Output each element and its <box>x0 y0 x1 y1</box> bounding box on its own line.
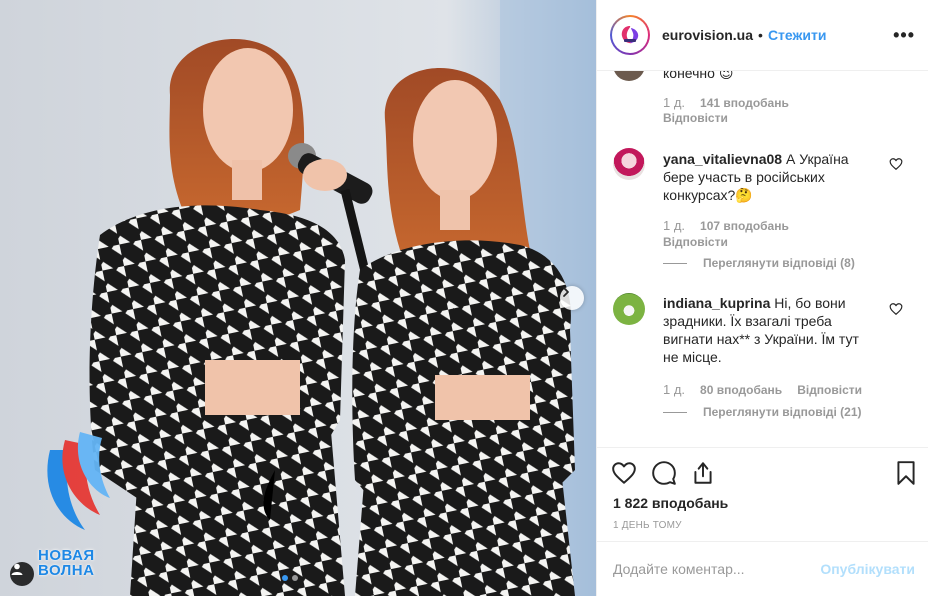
post-photo[interactable]: НОВАЯ ВОЛНА <box>0 0 596 596</box>
bookmark-icon[interactable] <box>893 460 919 486</box>
carousel-next-button[interactable] <box>560 286 584 310</box>
header-separator: • <box>758 27 763 43</box>
commenter-avatar[interactable] <box>613 148 645 180</box>
comment-icon[interactable] <box>651 460 677 486</box>
more-options-icon[interactable]: ••• <box>893 25 915 46</box>
channel-watermark: НОВАЯ ВОЛНА <box>38 547 95 579</box>
carousel-indicator <box>282 575 298 581</box>
comment-likes[interactable]: 141 вподобань <box>700 96 789 110</box>
commenter-avatar[interactable] <box>613 71 645 81</box>
post-timestamp[interactable]: 1 ДЕНЬ ТОМУ <box>613 520 682 531</box>
view-replies-line <box>663 262 687 264</box>
reply-button[interactable]: Відповісти <box>663 111 728 125</box>
tagged-users-button[interactable] <box>10 562 34 586</box>
comment-text: конечно 😉 <box>663 71 734 81</box>
comment-likes[interactable]: 107 вподобань <box>700 219 789 233</box>
comments-list[interactable]: конечно 😉 1 д. 141 вподобань Відповісти … <box>597 71 928 447</box>
post-actions: 1 822 вподобань 1 ДЕНЬ ТОМУ <box>597 447 928 541</box>
view-replies-button[interactable]: Переглянути відповіді (8) <box>663 256 855 270</box>
profile-avatar[interactable] <box>610 15 650 55</box>
view-replies-line <box>663 411 687 413</box>
post-header: eurovision.ua • Стежити ••• <box>597 0 928 71</box>
commenter-avatar[interactable] <box>613 293 645 325</box>
photo-illustration <box>0 0 596 596</box>
comment-age[interactable]: 1 д. <box>663 95 685 110</box>
comment-likes[interactable]: 80 вподобань <box>700 383 782 397</box>
carousel-dot-active <box>282 575 288 581</box>
eurovision-logo-icon <box>621 26 639 44</box>
comment-meta: 1 д. 80 вподобань Відповісти <box>663 382 862 397</box>
post-likes-count[interactable]: 1 822 вподобань <box>613 495 728 511</box>
comment-input[interactable] <box>613 561 821 577</box>
comment-like-heart-icon[interactable] <box>889 302 903 316</box>
comment-age[interactable]: 1 д. <box>663 218 685 233</box>
comment-like-heart-icon[interactable] <box>889 157 903 171</box>
comment-meta: 1 д. 107 вподобань <box>663 218 789 233</box>
carousel-dot <box>292 575 298 581</box>
post-sidebar: eurovision.ua • Стежити ••• конечно 😉 1 … <box>596 0 928 596</box>
reply-button[interactable]: Відповісти <box>797 383 862 397</box>
comment-username[interactable]: yana_vitalievna08 <box>663 151 782 167</box>
follow-button[interactable]: Стежити <box>768 27 827 43</box>
view-replies-button[interactable]: Переглянути відповіді (21) <box>663 405 862 419</box>
comment-username[interactable]: indiana_kuprina <box>663 295 770 311</box>
comment-text: yana_vitalievna08 А Україна бере участь … <box>663 151 849 203</box>
share-icon[interactable] <box>690 460 716 486</box>
chevron-right-icon <box>563 287 569 297</box>
post-author-username[interactable]: eurovision.ua <box>662 27 753 43</box>
add-comment-bar: Опублікувати <box>597 541 928 596</box>
comment-age[interactable]: 1 д. <box>663 382 685 397</box>
reply-button[interactable]: Відповісти <box>663 235 728 249</box>
publish-button[interactable]: Опублікувати <box>820 561 915 577</box>
comment-meta: 1 д. 141 вподобань <box>663 95 789 110</box>
user-icon <box>11 563 23 575</box>
comment-text: indiana_kuprina Ні, бо вони зрадники. Їх… <box>663 295 859 365</box>
heart-icon[interactable] <box>611 460 637 486</box>
